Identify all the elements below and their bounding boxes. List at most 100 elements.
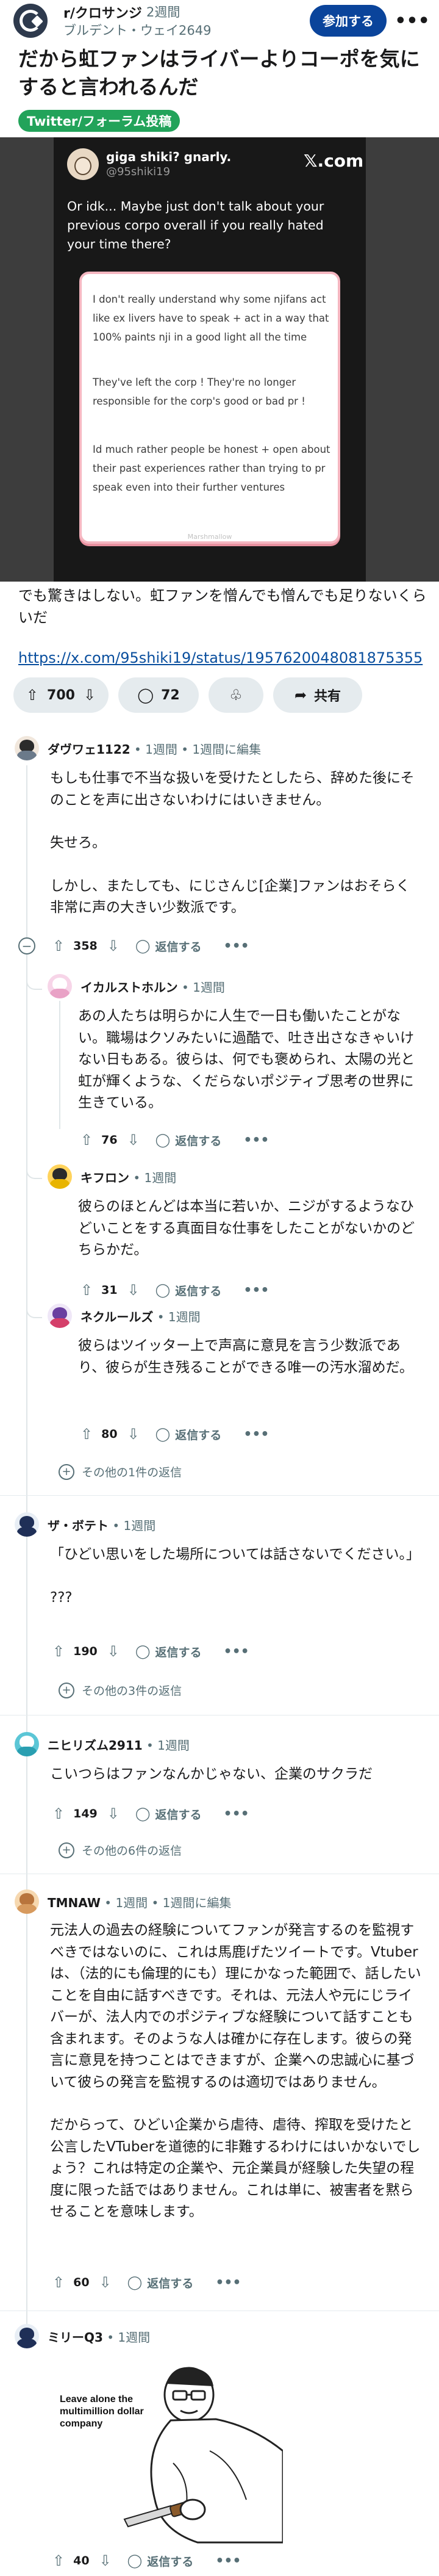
- comment-vote-count: 40: [73, 2554, 90, 2567]
- comment-username[interactable]: イカルストホルン: [80, 980, 178, 995]
- comment-more-icon[interactable]: •••: [224, 1806, 249, 1822]
- downvote-icon[interactable]: ⇩: [107, 1805, 120, 1822]
- subreddit-avatar[interactable]: [13, 4, 48, 38]
- post-author[interactable]: ブルデント・ウェイ2649: [63, 21, 211, 39]
- comment-username[interactable]: ダヴワェ1122: [48, 742, 130, 757]
- comment-header: キフロン • 1週間: [80, 1168, 176, 1186]
- reply-icon: ◯: [135, 1643, 151, 1659]
- collapse-thread-icon[interactable]: −: [18, 937, 35, 954]
- reply-icon: ◯: [155, 1282, 171, 1298]
- comment-username[interactable]: ネクルールズ: [80, 1310, 153, 1324]
- share-button[interactable]: ➦ 共有: [273, 677, 362, 713]
- upvote-icon[interactable]: ⇧: [80, 1131, 93, 1149]
- comment-header: ザ・ボテト • 1週間: [48, 1516, 155, 1534]
- upvote-icon[interactable]: ⇧: [52, 1805, 65, 1822]
- downvote-icon[interactable]: ⇩: [127, 1282, 140, 1299]
- avatar[interactable]: [15, 1732, 39, 1756]
- comment-meta: • 1週間: [142, 1738, 190, 1753]
- reply-button[interactable]: ◯ 返信する: [135, 938, 202, 954]
- reply-label: 返信する: [155, 1808, 202, 1822]
- reply-label: 返信する: [175, 1428, 222, 1442]
- comment-username[interactable]: ニヒリズム2911: [48, 1738, 143, 1753]
- post-time: 2週間: [146, 5, 180, 20]
- downvote-icon[interactable]: ⇩: [99, 2552, 112, 2569]
- join-button[interactable]: 参加する: [310, 5, 387, 37]
- thread-line[interactable]: [59, 1001, 60, 1129]
- comment-username[interactable]: キフロン: [80, 1171, 129, 1185]
- comment-paragraph: 元法人の過去の経験についてファンが発言するのを監視すべきではないのに、これは馬鹿…: [50, 1922, 421, 2090]
- comment-username[interactable]: TMNAW: [48, 1896, 101, 1910]
- downvote-icon[interactable]: ⇩: [84, 687, 96, 704]
- upvote-icon[interactable]: ⇧: [80, 1282, 93, 1299]
- reply-label: 返信する: [147, 2555, 194, 2569]
- comment-more-icon[interactable]: •••: [224, 939, 249, 954]
- comment-paragraph: あの人たちは明らかに人生で一日も働いたことがない。職場はクソみたいに過酷で、吐き…: [78, 1008, 415, 1111]
- avatar[interactable]: [15, 1889, 39, 1914]
- expand-icon: +: [59, 1682, 74, 1698]
- reply-label: 返信する: [155, 1645, 202, 1659]
- reply-button[interactable]: ◯ 返信する: [155, 1282, 222, 1299]
- comment-paragraph: 彼らはツイッター上で声高に意見を言う少数派であり、彼らが生き残ることができる唯一…: [78, 1338, 413, 1376]
- comment-body: 「ひどい思いをした場所については話さないでください。」 ???: [50, 1544, 422, 1609]
- post-flair[interactable]: Twitter/フォーラム投稿: [18, 110, 180, 132]
- avatar[interactable]: [15, 1512, 39, 1537]
- avatar[interactable]: [48, 1304, 72, 1328]
- comment-username[interactable]: ミリーQ3: [48, 2330, 103, 2345]
- downvote-icon[interactable]: ⇩: [127, 1426, 140, 1443]
- post-vote-count: 700: [47, 687, 75, 703]
- post-link[interactable]: https://x.com/95shiki19/status/195762004…: [18, 649, 423, 666]
- upvote-icon[interactable]: ⇧: [52, 2552, 65, 2569]
- reply-button[interactable]: ◯ 返信する: [155, 1426, 222, 1443]
- subreddit-name[interactable]: r/クロサンジ: [63, 2, 142, 22]
- upvote-icon[interactable]: ⇧: [26, 687, 38, 704]
- upvote-icon[interactable]: ⇧: [52, 1643, 65, 1660]
- comment-body: あの人たちは明らかに人生で一日も働いたことがない。職場はクソみたいに過酷で、吐き…: [78, 1006, 419, 1114]
- more-replies-link[interactable]: + その他の6件の返信: [59, 1842, 182, 1858]
- downvote-icon[interactable]: ⇩: [99, 2274, 112, 2291]
- more-replies-link[interactable]: + その他の3件の返信: [59, 1682, 182, 1698]
- avatar[interactable]: [48, 974, 72, 998]
- reply-button[interactable]: ◯ 返信する: [155, 1132, 222, 1149]
- comment-more-icon[interactable]: •••: [224, 1644, 249, 1659]
- reply-button[interactable]: ◯ 返信する: [135, 1643, 202, 1660]
- avatar[interactable]: [48, 1164, 72, 1189]
- reply-label: 返信する: [155, 940, 202, 954]
- comment-more-icon[interactable]: •••: [215, 2553, 241, 2569]
- comment-meta: • 1週間: [129, 1171, 177, 1185]
- comment-vote-count: 358: [73, 939, 98, 953]
- reply-button[interactable]: ◯ 返信する: [135, 1806, 202, 1822]
- post-vote-bar: ⇧ 700 ⇩: [13, 677, 109, 713]
- comment-paragraph: こいつらはファンなんかじゃない、企業のサクラだ: [50, 1766, 373, 1782]
- thread-line[interactable]: [26, 765, 27, 2328]
- comment-image[interactable]: Leave alone the multimillion dollar comp…: [51, 2359, 283, 2549]
- divider: [0, 1495, 439, 1496]
- comment-more-icon[interactable]: •••: [243, 1427, 269, 1442]
- upvote-icon[interactable]: ⇧: [80, 1426, 93, 1443]
- comment-more-icon[interactable]: •••: [243, 1133, 269, 1148]
- reply-button[interactable]: ◯ 返信する: [127, 2553, 194, 2569]
- comment-more-icon[interactable]: •••: [243, 1283, 269, 1298]
- avatar[interactable]: [15, 736, 39, 760]
- tweet-screenshot: giga shiki? gnarly. @95shiki19 𝕏.com Or …: [54, 137, 366, 582]
- comment-icon: ◯: [137, 687, 154, 704]
- upvote-icon[interactable]: ⇧: [52, 2274, 65, 2291]
- comment-more-icon[interactable]: •••: [215, 2275, 241, 2290]
- downvote-icon[interactable]: ⇩: [127, 1131, 140, 1149]
- comment-actions: ⇧ 190 ⇩ ◯ 返信する •••: [52, 1639, 249, 1664]
- comment-body: 彼らのほとんどは本当に若いか、ニジがするようなひどいことをする真面目な仕事をした…: [78, 1196, 419, 1261]
- comment-username[interactable]: ザ・ボテト: [48, 1518, 109, 1533]
- marshmallow-paragraph: They've left the corp ! They're no longe…: [93, 377, 305, 407]
- avatar[interactable]: [15, 2324, 39, 2348]
- more-replies-link[interactable]: + その他の1件の返信: [59, 1463, 182, 1480]
- downvote-icon[interactable]: ⇩: [107, 937, 120, 954]
- comment-paragraph: もしも仕事で不当な扱いを受けたとしたら、辞めた後にそのことを声に出さないわけには…: [50, 770, 415, 808]
- reply-label: 返信する: [175, 1134, 222, 1148]
- comments-button[interactable]: ◯ 72: [118, 677, 199, 713]
- downvote-icon[interactable]: ⇩: [107, 1643, 120, 1660]
- marshmallow-paragraph: I don't really understand why some njifa…: [93, 294, 329, 343]
- award-button[interactable]: ♧: [209, 677, 263, 713]
- more-options-icon[interactable]: •••: [394, 6, 430, 35]
- reply-button[interactable]: ◯ 返信する: [127, 2275, 194, 2291]
- post-image[interactable]: giga shiki? gnarly. @95shiki19 𝕏.com Or …: [0, 137, 439, 582]
- upvote-icon[interactable]: ⇧: [52, 937, 65, 954]
